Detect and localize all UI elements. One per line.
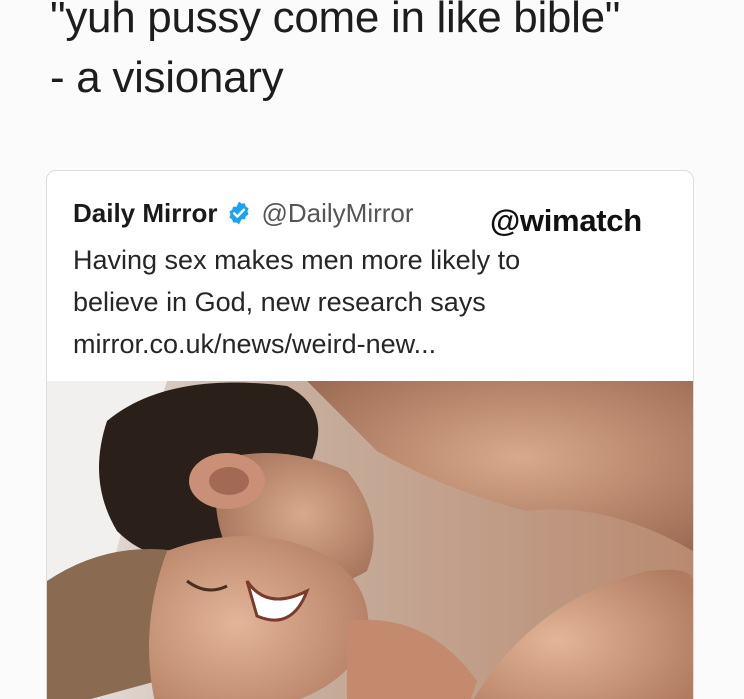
tweet-author-handle[interactable]: @DailyMirror <box>262 198 414 229</box>
tweet-header: Daily Mirror @DailyMirror <box>73 193 414 233</box>
embedded-tweet-card[interactable]: Daily Mirror @DailyMirror Having sex mak… <box>46 170 694 699</box>
tweet-author-name[interactable]: Daily Mirror <box>73 198 218 229</box>
tweet-text-line: believe in God, new research says <box>73 287 486 317</box>
verified-badge-icon <box>226 200 252 226</box>
caption-quote: "yuh pussy come in like bible" <box>50 0 621 42</box>
couple-photo-illustration <box>47 381 693 699</box>
meme-post: "yuh pussy come in like bible" - a visio… <box>0 0 744 699</box>
caption: "yuh pussy come in like bible" - a visio… <box>50 0 620 108</box>
tweet-body: Having sex makes men more likely to beli… <box>73 239 673 365</box>
tweet-photo[interactable] <box>47 381 693 699</box>
tweet-text-line: Having sex makes men more likely to <box>73 245 521 275</box>
caption-attribution: - a visionary <box>50 53 284 102</box>
tweet-link[interactable]: mirror.co.uk/news/weird-new... <box>73 323 673 365</box>
watermark-handle: @wimatch <box>490 203 642 238</box>
